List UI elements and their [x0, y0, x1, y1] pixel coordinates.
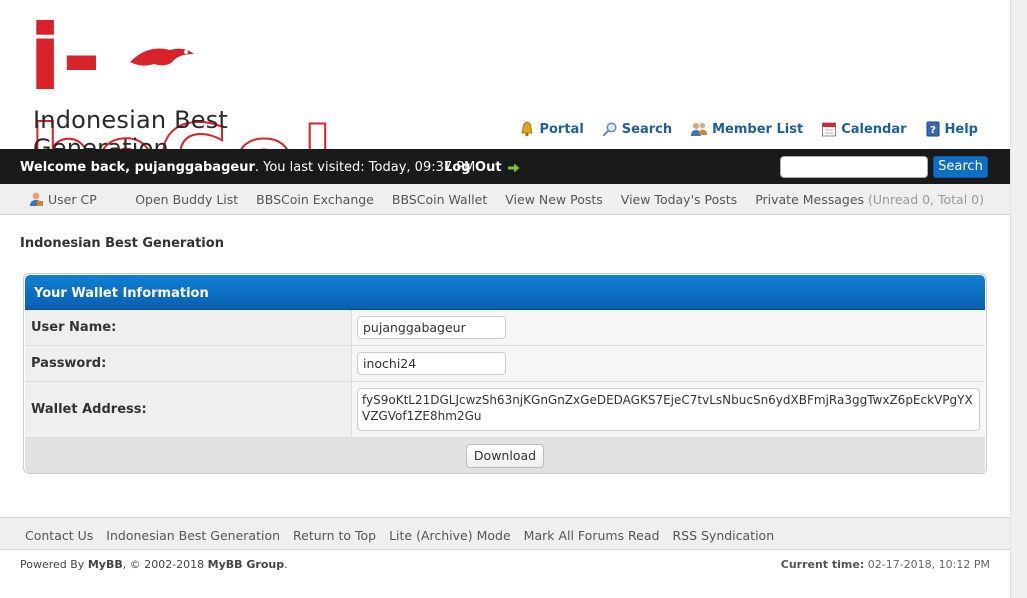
return-to-top-link[interactable]: Return to Top	[293, 528, 376, 543]
portal-link-label: Portal	[539, 121, 584, 137]
contact-us-link[interactable]: Contact Us	[25, 528, 93, 543]
wallet-table-footer: Download	[25, 438, 985, 473]
username-row: User Name:	[25, 310, 985, 346]
password-row: Password:	[25, 346, 985, 382]
search-button[interactable]: Search	[933, 156, 988, 178]
welcome-text: Welcome back, pujanggabageur. You last v…	[20, 160, 475, 175]
wallet-address-cell: fyS9oKtL21DGLJcwzSh63njKGnGnZxGeDEDAGKS7…	[352, 382, 985, 437]
lite-mode-link[interactable]: Lite (Archive) Mode	[389, 528, 511, 543]
help-link-label: Help	[944, 121, 978, 137]
calendar-link-label: Calendar	[841, 121, 907, 137]
search-link[interactable]: Search	[602, 121, 672, 137]
page: i-beGo! Indonesian Best Generation Porta…	[0, 0, 1010, 598]
username-link[interactable]: pujanggabageur	[135, 160, 255, 175]
wallet-table-title: Your Wallet Information	[25, 275, 985, 310]
open-buddy-list-link[interactable]: Open Buddy List	[135, 192, 238, 207]
footer-links-bar: Contact Us Indonesian Best Generation Re…	[0, 517, 1010, 550]
forum-home-link[interactable]: Indonesian Best Generation	[106, 528, 280, 543]
wallet-address-field[interactable]: fyS9oKtL21DGLJcwzSh63njKGnGnZxGeDEDAGKS7…	[357, 388, 980, 431]
user-icon	[30, 192, 43, 206]
usercp-label: User CP	[48, 191, 97, 207]
mybb-group-link[interactable]: MyBB Group	[208, 558, 284, 571]
bbscoin-exchange-link[interactable]: BBSCoin Exchange	[256, 192, 374, 207]
top-links: Portal Search Member List Calendar ? Hel…	[519, 121, 978, 137]
wallet-info-table: Your Wallet Information User Name: Passw…	[23, 273, 987, 474]
wallet-address-label: Wallet Address:	[25, 382, 352, 437]
search-link-label: Search	[621, 121, 673, 137]
rss-syndication-link[interactable]: RSS Syndication	[672, 528, 774, 543]
powered-suffix: .	[284, 558, 288, 571]
portal-link[interactable]: Portal	[519, 121, 584, 137]
private-messages-link[interactable]: Private Messages	[755, 192, 864, 207]
wallet-address-row: Wallet Address: fyS9oKtL21DGLJcwzSh63njK…	[25, 382, 985, 438]
current-time-label: Current time:	[780, 558, 865, 571]
logout-label: Log Out	[444, 160, 502, 175]
powered-by: Powered By MyBB, © 2002-2018 MyBB Group.	[20, 558, 288, 571]
svg-text:?: ?	[930, 125, 936, 136]
pm-counts: (Unread 0, Total 0)	[868, 192, 984, 207]
username-label: User Name:	[25, 310, 352, 345]
welcome-bar: Welcome back, pujanggabageur. You last v…	[0, 149, 1010, 184]
breadcrumb[interactable]: Indonesian Best Generation	[20, 236, 224, 251]
help-icon: ?	[926, 121, 940, 137]
member-list-link-label: Member List	[712, 121, 804, 137]
logout-link[interactable]: Log Out	[444, 160, 520, 175]
help-link[interactable]: ? Help	[925, 121, 978, 137]
mark-forums-read-link[interactable]: Mark All Forums Read	[524, 528, 660, 543]
current-time: Current time: 02-17-2018, 10:12 PM	[781, 558, 990, 571]
calendar-icon	[822, 122, 837, 137]
download-button[interactable]: Download	[465, 443, 545, 468]
welcome-prefix: Welcome back,	[20, 160, 135, 175]
password-field[interactable]	[357, 352, 506, 375]
mybb-link[interactable]: MyBB	[88, 558, 123, 571]
username-field[interactable]	[357, 316, 506, 339]
members-icon	[691, 122, 708, 136]
search-icon	[602, 122, 617, 137]
view-todays-posts-link[interactable]: View Today's Posts	[621, 192, 737, 207]
bbscoin-wallet-link[interactable]: BBSCoin Wallet	[392, 192, 487, 207]
member-list-link[interactable]: Member List	[690, 121, 803, 137]
search-input[interactable]	[780, 156, 928, 178]
powered-mid: , © 2002-2018	[122, 558, 208, 571]
page-scrollbar[interactable]	[1010, 0, 1027, 598]
last-visit-text: . You last visited: Today, 09:37 PM	[254, 160, 476, 175]
usercp-bar: User CP Open Buddy List BBSCoin Exchange…	[0, 184, 1010, 215]
powered-prefix: Powered By	[20, 558, 88, 571]
current-time-value: 02-17-2018, 10:12 PM	[867, 558, 990, 571]
bell-icon	[521, 121, 533, 137]
arrow-right-icon	[507, 163, 520, 172]
username-cell	[352, 310, 985, 345]
site-logo[interactable]: i-beGo! Indonesian Best Generation	[29, 7, 370, 209]
password-cell	[352, 346, 985, 381]
view-new-posts-link[interactable]: View New Posts	[505, 192, 603, 207]
garuda-bird-icon	[130, 48, 194, 66]
footer-links: Contact Us Indonesian Best Generation Re…	[25, 528, 774, 543]
usercp-links: Open Buddy List BBSCoin Exchange BBSCoin…	[135, 192, 984, 207]
usercp-link[interactable]: User CP	[28, 191, 97, 207]
password-label: Password:	[25, 346, 352, 381]
calendar-link[interactable]: Calendar	[821, 121, 907, 137]
private-messages: Private Messages (Unread 0, Total 0)	[755, 192, 984, 207]
